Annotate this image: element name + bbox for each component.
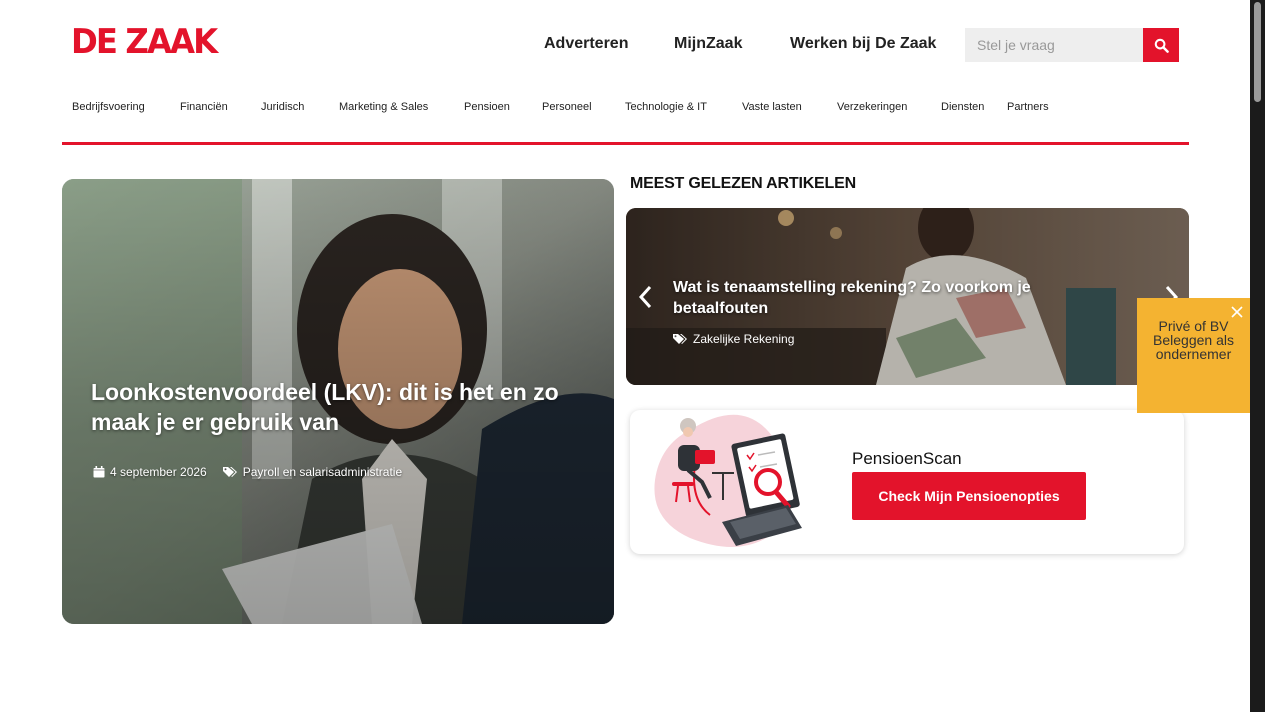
search-button[interactable] bbox=[1143, 28, 1179, 62]
cat-bedrijfsvoering[interactable]: Bedrijfsvoering bbox=[72, 101, 145, 113]
hero-date: 4 september 2026 bbox=[93, 465, 207, 479]
tag-icon bbox=[222, 467, 237, 477]
nav-mijnzaak[interactable]: MijnZaak bbox=[674, 35, 742, 53]
hero-meta: 4 september 2026 Payroll en salarisadmin… bbox=[93, 465, 418, 479]
scrollbar-thumb[interactable] bbox=[1254, 2, 1261, 102]
cat-technologie-it[interactable]: Technologie & IT bbox=[625, 101, 707, 113]
check-pension-button[interactable]: Check Mijn Pensioenopties bbox=[852, 472, 1086, 520]
header-divider bbox=[62, 142, 1189, 145]
cat-marketing-sales[interactable]: Marketing & Sales bbox=[339, 101, 428, 113]
slider-prev-arrow[interactable] bbox=[636, 284, 656, 310]
cat-partners[interactable]: Partners bbox=[1007, 101, 1049, 113]
site-logo[interactable]: DE ZAAK bbox=[71, 22, 218, 62]
hero-title[interactable]: Loonkostenvoordeel (LKV): dit is het en … bbox=[91, 377, 591, 437]
promo-banner[interactable]: Privé of BV Beleggen als ondernemer bbox=[1137, 298, 1250, 413]
hero-category-text[interactable]: Payroll en salarisadministratie bbox=[243, 465, 402, 479]
pensioenscan-card: PensioenScan Check Mijn Pensioenopties bbox=[630, 410, 1184, 554]
nav-adverteren[interactable]: Adverteren bbox=[544, 35, 628, 53]
hero-category[interactable]: Payroll en salarisadministratie bbox=[222, 465, 402, 479]
slide-tag-text[interactable]: Zakelijke Rekening bbox=[693, 332, 794, 346]
search-icon bbox=[1154, 38, 1169, 53]
page-scrollbar[interactable] bbox=[1250, 0, 1265, 712]
cat-vaste-lasten[interactable]: Vaste lasten bbox=[742, 101, 802, 113]
cat-personeel[interactable]: Personeel bbox=[542, 101, 592, 113]
cat-diensten[interactable]: Diensten bbox=[941, 101, 984, 113]
close-icon[interactable] bbox=[1230, 305, 1244, 319]
pension-illustration bbox=[654, 414, 802, 547]
search-input[interactable] bbox=[965, 28, 1143, 62]
cat-verzekeringen[interactable]: Verzekeringen bbox=[837, 101, 907, 113]
calendar-icon bbox=[93, 466, 105, 478]
search-form bbox=[965, 28, 1179, 62]
hero-date-text: 4 september 2026 bbox=[110, 465, 207, 479]
cat-financien[interactable]: Financiën bbox=[180, 101, 228, 113]
most-read-slider[interactable]: Wat is tenaamstelling rekening? Zo voork… bbox=[626, 208, 1189, 385]
pension-title: PensioenScan bbox=[852, 449, 962, 468]
nav-werken-bij[interactable]: Werken bij De Zaak bbox=[790, 35, 936, 53]
slide-title[interactable]: Wat is tenaamstelling rekening? Zo voork… bbox=[673, 277, 1093, 319]
cat-juridisch[interactable]: Juridisch bbox=[261, 101, 304, 113]
hero-article[interactable]: Loonkostenvoordeel (LKV): dit is het en … bbox=[62, 179, 614, 624]
most-read-heading: MEEST GELEZEN ARTIKELEN bbox=[630, 175, 856, 192]
cat-pensioen[interactable]: Pensioen bbox=[464, 101, 510, 113]
tag-icon bbox=[673, 334, 687, 344]
slide-tag[interactable]: Zakelijke Rekening bbox=[673, 332, 794, 346]
promo-text[interactable]: Privé of BV Beleggen als ondernemer bbox=[1137, 319, 1250, 361]
